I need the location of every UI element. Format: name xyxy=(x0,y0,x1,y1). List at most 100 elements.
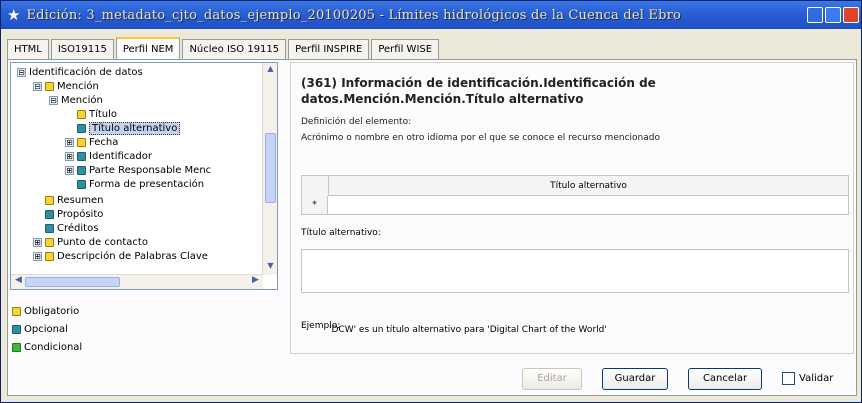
table-header: Título alternativo xyxy=(328,176,848,196)
values-table: Título alternativo * xyxy=(301,175,849,215)
validate-checkbox[interactable] xyxy=(782,372,795,385)
app-star-icon: ★ xyxy=(7,6,21,24)
tab-perfil-nem[interactable]: Perfil NEM xyxy=(115,37,181,59)
required-square-icon xyxy=(12,306,21,316)
tree-node[interactable]: ⊞ Descripción de Palabras Clave xyxy=(33,249,208,263)
element-detail-panel: (361) Información de identificación.Iden… xyxy=(290,62,854,354)
tree-node-label: Resumen xyxy=(57,194,104,206)
tree-node[interactable]: Resumen xyxy=(45,193,103,207)
expand-icon[interactable]: ⊞ xyxy=(65,151,74,161)
optional-square-icon xyxy=(12,324,21,334)
definition-text: Acrónimo o nombre en otro idioma por el … xyxy=(301,133,660,143)
tree-node-label: Descripción de Palabras Clave xyxy=(57,250,208,262)
button-bar: Editar Guardar Cancelar Validar xyxy=(290,360,854,394)
window-controls xyxy=(807,7,859,23)
expand-icon[interactable]: ⊞ xyxy=(33,237,42,247)
maximize-button[interactable] xyxy=(825,7,841,23)
legend-label: Obligatorio xyxy=(24,305,80,317)
tab-perfil-wise[interactable]: Perfil WISE xyxy=(371,39,440,59)
validate-toggle[interactable]: Validar xyxy=(782,372,833,385)
tree-node[interactable]: Forma de presentación xyxy=(77,177,204,191)
tab-nucleo-iso[interactable]: Núcleo ISO 19115 xyxy=(182,39,287,59)
tree-node[interactable]: ⊞ Fecha xyxy=(65,135,118,149)
required-square-icon xyxy=(45,81,54,91)
tree-node[interactable]: Título xyxy=(77,107,117,121)
scroll-up-arrow-icon[interactable]: ▲ xyxy=(264,64,277,77)
optional-square-icon xyxy=(45,223,54,233)
legend-item: Opcional xyxy=(12,320,82,338)
tree-node-label: Mención xyxy=(57,80,99,92)
tree-node[interactable]: Créditos xyxy=(45,221,98,235)
new-row-marker[interactable]: * xyxy=(302,196,328,214)
tree-vertical-scrollbar[interactable]: ▲ ▼ xyxy=(262,63,277,275)
optional-square-icon xyxy=(77,123,86,133)
required-square-icon xyxy=(45,237,54,247)
example-text: 'DCW' es un título alternativo para 'Dig… xyxy=(329,325,607,335)
tree-node-label: Parte Responsable Menc xyxy=(89,164,212,176)
required-square-icon xyxy=(77,109,86,119)
tab-bar: HTML ISO19115 Perfil NEM Núcleo ISO 1911… xyxy=(7,37,441,59)
tree-viewport: ⊟ Identificación de datos ⊟ Mención ⊟ Me… xyxy=(11,63,263,275)
tree-node[interactable]: ⊞ Punto de contacto xyxy=(33,235,148,249)
title-bar[interactable]: ★ Edición: 3_metadato_cjto_datos_ejemplo… xyxy=(1,1,861,29)
tab-perfil-inspire[interactable]: Perfil INSPIRE xyxy=(288,39,370,59)
save-button[interactable]: Guardar xyxy=(602,368,668,390)
tree-node-label: Identificador xyxy=(89,150,152,162)
definition-label: Definición del elemento: xyxy=(301,117,412,127)
legend: Obligatorio Opcional Condicional xyxy=(12,302,82,356)
scroll-right-arrow-icon[interactable]: ▶ xyxy=(249,275,262,289)
expand-icon[interactable]: ⊞ xyxy=(65,165,74,175)
tree-node[interactable]: ⊟ Mención xyxy=(49,93,103,107)
tree-node-label: Título xyxy=(89,108,118,120)
tree-node-label: Propósito xyxy=(57,208,104,220)
collapse-icon[interactable]: ⊟ xyxy=(17,67,26,77)
expand-icon[interactable]: ⊞ xyxy=(65,137,74,147)
alternative-title-input[interactable] xyxy=(301,249,849,293)
optional-square-icon xyxy=(77,165,86,175)
tree-node-selected[interactable]: Título alternativo xyxy=(77,121,181,135)
collapse-icon[interactable]: ⊟ xyxy=(33,81,42,91)
tree-node-label: Punto de contacto xyxy=(57,236,148,248)
tree-node[interactable]: ⊞ Identificador xyxy=(65,149,152,163)
tree-node-label: Créditos xyxy=(57,222,99,234)
legend-label: Opcional xyxy=(24,323,68,335)
scroll-left-arrow-icon[interactable]: ◀ xyxy=(12,275,25,289)
tab-iso19115[interactable]: ISO19115 xyxy=(50,39,114,59)
alternative-title-label: Título alternativo: xyxy=(301,228,381,238)
required-square-icon xyxy=(77,137,86,147)
horizontal-scroll-thumb[interactable] xyxy=(25,277,120,287)
collapse-icon[interactable]: ⊟ xyxy=(49,95,58,105)
cancel-button[interactable]: Cancelar xyxy=(688,368,762,390)
tab-html[interactable]: HTML xyxy=(7,39,49,59)
required-square-icon xyxy=(45,195,54,205)
tree-node[interactable]: Propósito xyxy=(45,207,103,221)
required-square-icon xyxy=(45,251,54,261)
tab-panel: ⊟ Identificación de datos ⊟ Mención ⊟ Me… xyxy=(7,59,857,396)
tree-node-label: Forma de presentación xyxy=(89,178,205,190)
tree-node[interactable]: ⊟ Mención xyxy=(33,79,99,93)
legend-label: Condicional xyxy=(24,341,83,353)
tree-node-label: Título alternativo xyxy=(89,121,181,135)
tree-node-label: Mención xyxy=(61,94,103,106)
tree-node-label: Identificación de datos xyxy=(29,66,143,78)
validate-label: Validar xyxy=(799,373,834,384)
element-heading: (361) Información de identificación.Iden… xyxy=(301,76,656,106)
conditional-square-icon xyxy=(12,342,21,352)
legend-item: Condicional xyxy=(12,338,82,356)
window-title: Edición: 3_metadato_cjto_datos_ejemplo_2… xyxy=(26,7,682,23)
minimize-button[interactable] xyxy=(807,7,823,23)
optional-square-icon xyxy=(77,179,86,189)
legend-item: Obligatorio xyxy=(12,302,82,320)
optional-square-icon xyxy=(77,151,86,161)
optional-square-icon xyxy=(45,209,54,219)
tree-node[interactable]: ⊞ Parte Responsable Menc xyxy=(65,163,211,177)
tree-node-label: Fecha xyxy=(89,136,119,148)
edit-button[interactable]: Editar xyxy=(522,368,582,390)
scroll-down-arrow-icon[interactable]: ▼ xyxy=(264,261,277,274)
tree-horizontal-scrollbar[interactable]: ◀ ▶ xyxy=(11,274,263,289)
tree-node[interactable]: ⊟ Identificación de datos xyxy=(17,65,143,79)
vertical-scroll-thumb[interactable] xyxy=(265,133,276,203)
close-button[interactable] xyxy=(843,7,859,23)
table-cell[interactable] xyxy=(328,196,848,214)
expand-icon[interactable]: ⊞ xyxy=(33,251,42,261)
